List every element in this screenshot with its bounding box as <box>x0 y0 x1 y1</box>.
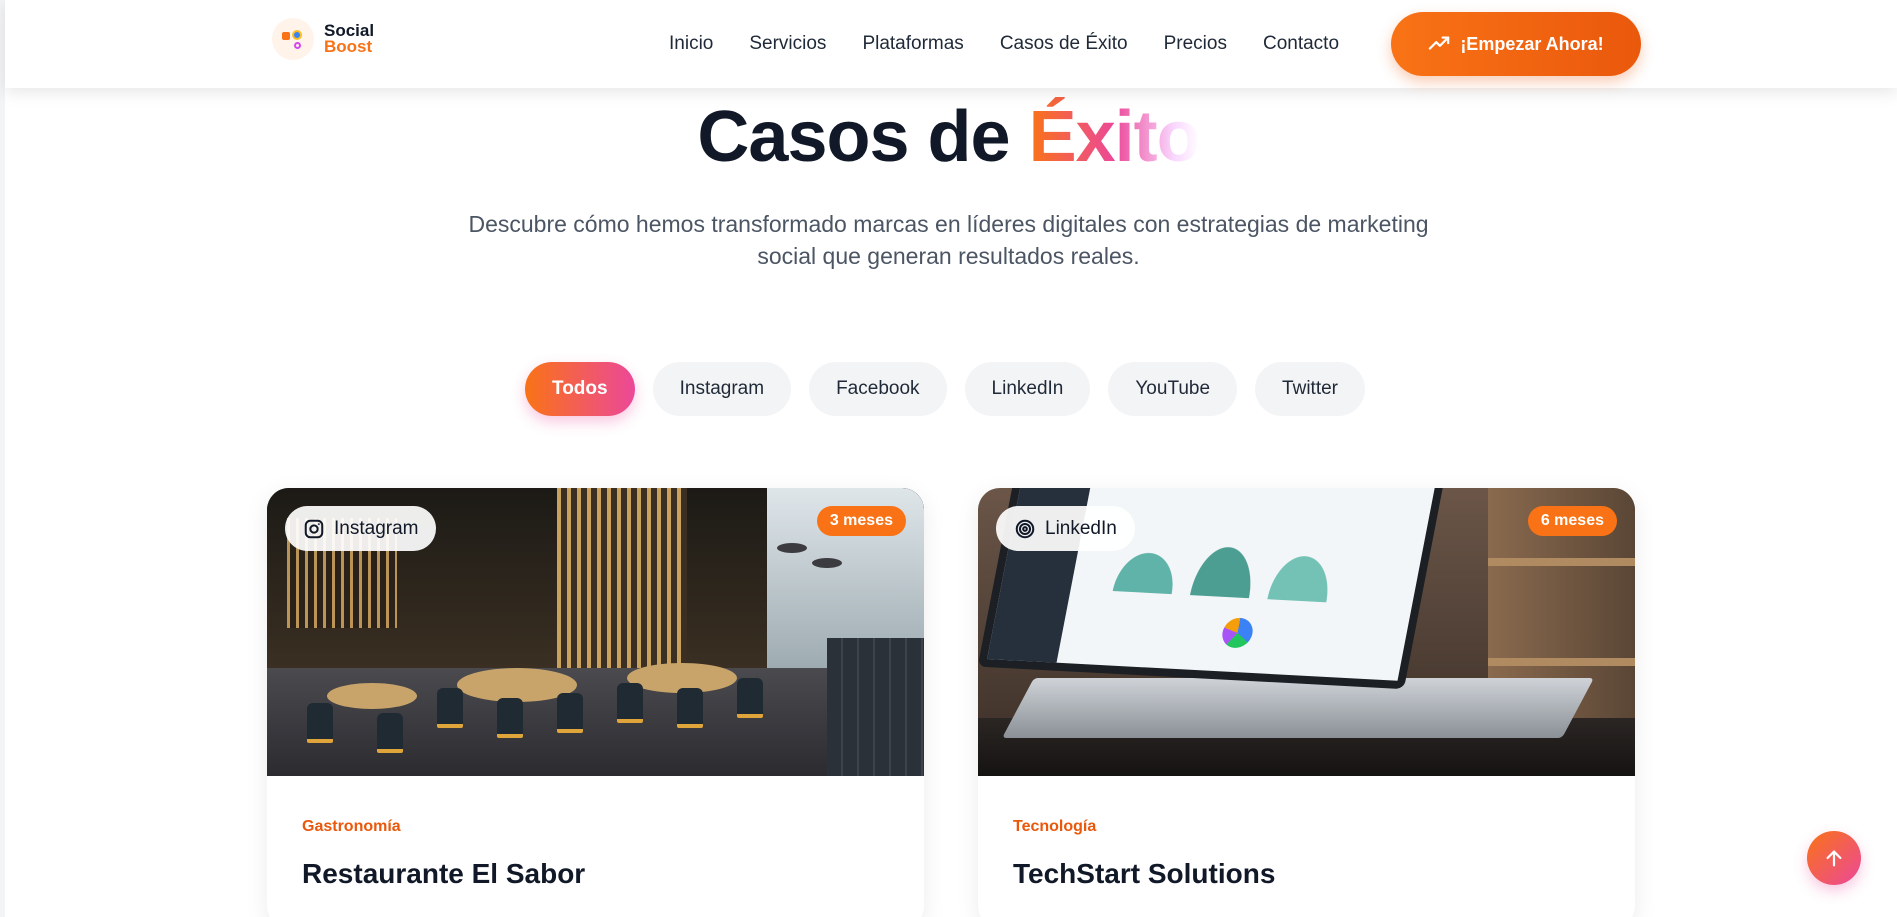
nav-servicios[interactable]: Servicios <box>749 33 826 55</box>
case-title: Restaurante El Sabor <box>302 858 586 889</box>
case-category: Tecnología <box>1013 818 1097 835</box>
logo[interactable]: Social Boost <box>272 18 374 60</box>
platform-badge: LinkedIn <box>996 506 1135 551</box>
title-highlight: Éxito <box>1028 97 1201 177</box>
platform-label: LinkedIn <box>1045 517 1117 539</box>
nav-contacto[interactable]: Contacto <box>1263 33 1339 55</box>
filter-bar: Todos Instagram Facebook LinkedIn YouTub… <box>525 362 1365 416</box>
logo-line-2: Boost <box>324 37 373 56</box>
nav-precios[interactable]: Precios <box>1164 33 1227 55</box>
case-card[interactable]: LinkedIn 6 meses Tecnología TechStart So… <box>978 488 1635 917</box>
filter-instagram[interactable]: Instagram <box>652 362 792 416</box>
filter-facebook[interactable]: Facebook <box>809 362 947 416</box>
arrow-up-icon <box>1826 850 1842 867</box>
start-now-label: ¡Empezar Ahora! <box>1460 33 1604 54</box>
logo-icon <box>272 18 314 60</box>
case-card[interactable]: Instagram 3 meses Gastronomía Restaurant… <box>267 488 924 917</box>
platform-badge: Instagram <box>285 506 437 551</box>
nav-plataformas[interactable]: Plataformas <box>862 33 963 55</box>
title-prefix: Casos de <box>697 97 1010 177</box>
target-icon <box>1015 519 1035 538</box>
page-title: Casos de Éxito <box>0 96 1897 178</box>
platform-label: Instagram <box>334 517 419 539</box>
trending-up-icon <box>1429 36 1450 50</box>
case-category: Gastronomía <box>302 818 401 835</box>
duration-badge: 3 meses <box>816 506 906 536</box>
nav-inicio[interactable]: Inicio <box>669 33 713 55</box>
nav-casos-de-exito[interactable]: Casos de Éxito <box>1000 33 1128 55</box>
filter-youtube[interactable]: YouTube <box>1108 362 1238 416</box>
start-now-button[interactable]: ¡Empezar Ahora! <box>1391 12 1641 76</box>
logo-text: Social Boost <box>324 22 374 56</box>
filter-linkedin[interactable]: LinkedIn <box>964 362 1091 416</box>
filter-twitter[interactable]: Twitter <box>1255 362 1365 416</box>
duration-badge: 6 meses <box>1527 506 1617 536</box>
page-subtitle: Descubre cómo hemos transformado marcas … <box>468 211 1429 269</box>
filter-todos[interactable]: Todos <box>525 362 635 416</box>
main-nav: Inicio Servicios Plataformas Casos de Éx… <box>669 0 1375 88</box>
case-title: TechStart Solutions <box>1013 858 1276 889</box>
scroll-to-top-button[interactable] <box>1807 831 1861 885</box>
instagram-icon <box>304 519 324 538</box>
site-header: Social Boost Inicio Servicios Plataforma… <box>5 0 1897 88</box>
